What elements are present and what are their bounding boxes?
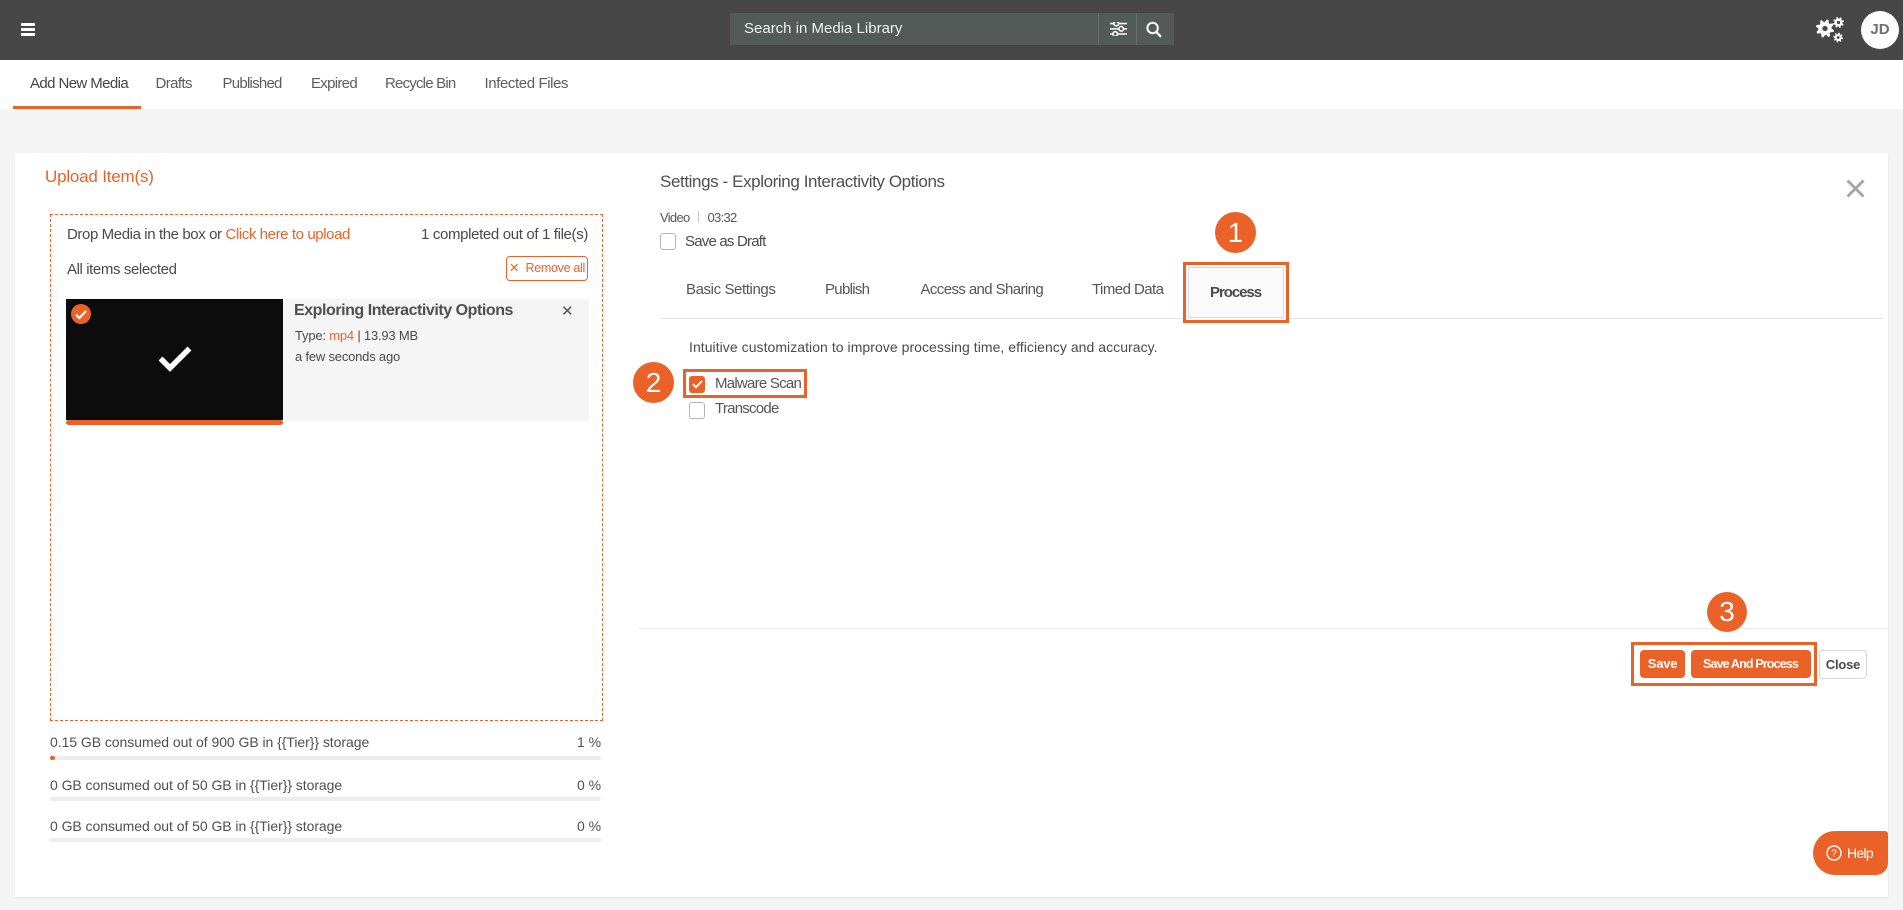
svg-text:?: ?	[1831, 849, 1837, 860]
